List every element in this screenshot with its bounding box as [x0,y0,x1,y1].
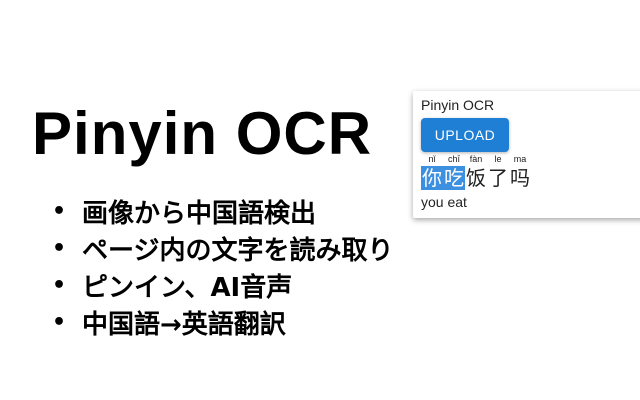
popup-title: Pinyin OCR [421,97,495,113]
hanzi-label[interactable]: 饭 [465,166,487,190]
feature-item: • ピンイン、AI音声 [52,267,393,304]
feature-text: ピンイン、AI音声 [82,273,293,303]
hanzi-label[interactable]: 你 [421,166,443,190]
feature-text: 画像から中国語検出 [82,199,317,229]
hanzi-row[interactable]: nǐ 你 chī 吃 fàn 饭 le 了 ma 吗 [421,154,531,190]
upload-button[interactable]: UPLOAD [421,118,509,152]
bullet-icon: • [52,236,67,261]
pinyin-label: le [494,154,502,164]
feature-text: 中国語→英語翻訳 [82,310,286,340]
pinyin-label: nǐ [428,154,436,164]
hanzi-label[interactable]: 吗 [509,166,531,190]
bullet-icon: • [52,273,67,298]
feature-list: • 画像から中国語検出 • ページ内の文字を読み取り • ピンイン、AI音声 •… [52,193,393,341]
feature-item: • ページ内の文字を読み取り [52,230,393,267]
feature-item: • 中国語→英語翻訳 [52,304,393,341]
extension-popup: Pinyin OCR UPLOAD nǐ 你 chī 吃 fàn 饭 le 了 … [413,91,640,218]
hanzi-char[interactable]: chī 吃 [443,154,465,190]
promo-title: Pinyin OCR [32,100,373,167]
pinyin-label: fàn [469,154,483,164]
hanzi-label[interactable]: 吃 [443,166,465,190]
pinyin-label: chī [447,154,460,164]
hanzi-char[interactable]: ma 吗 [509,154,531,190]
hanzi-char[interactable]: le 了 [487,154,509,190]
feature-text: ページ内の文字を読み取り [82,236,394,266]
bullet-icon: • [52,310,67,335]
translation-text: you eat [421,194,467,210]
bullet-icon: • [52,199,67,224]
feature-item: • 画像から中国語検出 [52,193,393,230]
pinyin-label: ma [513,154,527,164]
hanzi-char[interactable]: fàn 饭 [465,154,487,190]
hanzi-label[interactable]: 了 [487,166,509,190]
hanzi-char[interactable]: nǐ 你 [421,154,443,190]
